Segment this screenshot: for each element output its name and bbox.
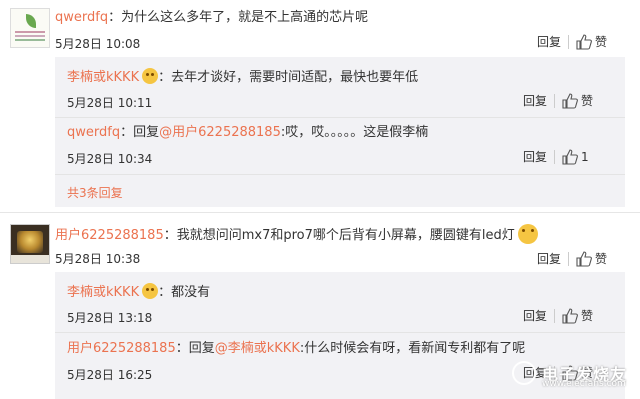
reply-line: 用户6225288185：回复@李楠或kKKK:什么时候会有呀，看新闻专利都有了… <box>67 341 526 356</box>
reply-username[interactable]: 李楠或kKKK <box>67 70 139 85</box>
reply-divider <box>55 332 625 333</box>
watermark-url: www.elecfans.com <box>542 379 626 389</box>
reply-text: :什么时候会有呀，看新闻专利都有了呢 <box>299 341 526 356</box>
reply-timestamp: 5月28日 10:11 <box>67 96 153 110</box>
reply-actions: 回复 赞 <box>523 307 593 324</box>
reply-text: 去年才谈好，需要时间适配，最快也要年低 <box>171 70 419 85</box>
smile-emoji-icon <box>142 283 159 299</box>
reply-button[interactable]: 回复 <box>523 92 547 109</box>
comment-actions: 回复 赞 <box>537 250 607 267</box>
lamp-image-icon <box>17 231 43 253</box>
comment-text: 我就想问问mx7和pro7哪个后背有小屏幕，腰圆键有led灯 <box>176 228 515 243</box>
comment-username[interactable]: 用户6225288185 <box>55 228 164 243</box>
comment-timestamp: 5月28日 10:38 <box>55 252 141 266</box>
thumbs-up-icon[interactable] <box>562 148 578 165</box>
reply-line: 李楠或kKKK ：都没有 <box>67 283 211 300</box>
reply-actions: 回复 1 <box>523 148 589 165</box>
reply-timestamp: 5月28日 16:25 <box>67 368 153 382</box>
reply-button[interactable]: 回复 <box>537 250 561 267</box>
watermark: 电子发烧友 www.elecfans.com <box>512 352 632 394</box>
thumbs-up-icon[interactable] <box>562 307 578 324</box>
comment-actions: 回复 赞 <box>537 33 607 50</box>
thumbs-up-icon[interactable] <box>576 250 592 267</box>
reply-timestamp: 5月28日 10:34 <box>67 152 153 166</box>
reply-button[interactable]: 回复 <box>523 148 547 165</box>
smile-emoji-icon <box>517 224 538 244</box>
mention-link[interactable]: @用户6225288185 <box>159 125 281 140</box>
mention-link[interactable]: @李楠或kKKK <box>215 341 300 356</box>
reply-prefix: 回复 <box>188 341 215 356</box>
thumbs-up-icon[interactable] <box>562 92 578 109</box>
reply-username[interactable]: 用户6225288185 <box>67 341 176 356</box>
reply-timestamp: 5月28日 13:18 <box>67 311 153 325</box>
smile-emoji-icon <box>142 68 159 84</box>
comment-text: 为什么这么多年了，就是不上高通的芯片呢 <box>121 10 369 25</box>
reply-text: 都没有 <box>171 285 211 300</box>
reply-divider <box>55 117 625 118</box>
comment-timestamp: 5月28日 10:08 <box>55 37 141 51</box>
like-button[interactable]: 赞 <box>595 250 607 267</box>
like-count[interactable]: 1 <box>581 150 589 164</box>
reply-text: :哎，哎。。。。。这是假李楠 <box>280 125 429 140</box>
thumbs-up-icon[interactable] <box>576 33 592 50</box>
like-button[interactable]: 赞 <box>581 92 593 109</box>
comment-username[interactable]: qwerdfq <box>55 10 108 25</box>
reply-actions: 回复 赞 <box>523 92 593 109</box>
comment-divider <box>0 212 640 213</box>
reply-divider <box>55 174 625 175</box>
comment-line: 用户6225288185：我就想问问mx7和pro7哪个后背有小屏幕，腰圆键有l… <box>55 224 538 245</box>
reply-line: qwerdfq：回复@用户6225288185:哎，哎。。。。。这是假李楠 <box>67 125 429 140</box>
reply-button[interactable]: 回复 <box>523 307 547 324</box>
more-replies-link[interactable]: 共3条回复 <box>67 184 123 201</box>
comment-line: qwerdfq：为什么这么多年了，就是不上高通的芯片呢 <box>55 10 369 25</box>
avatar[interactable] <box>10 8 50 48</box>
avatar[interactable] <box>10 224 50 264</box>
reply-username[interactable]: 李楠或kKKK <box>67 285 139 300</box>
reply-username[interactable]: qwerdfq <box>67 125 120 140</box>
watermark-logo-icon <box>512 361 536 385</box>
like-button[interactable]: 赞 <box>581 307 593 324</box>
leaf-logo-icon <box>26 14 36 28</box>
reply-line: 李楠或kKKK ：去年才谈好，需要时间适配，最快也要年低 <box>67 68 419 85</box>
reply-prefix: 回复 <box>133 125 160 140</box>
reply-button[interactable]: 回复 <box>537 33 561 50</box>
like-button[interactable]: 赞 <box>595 33 607 50</box>
